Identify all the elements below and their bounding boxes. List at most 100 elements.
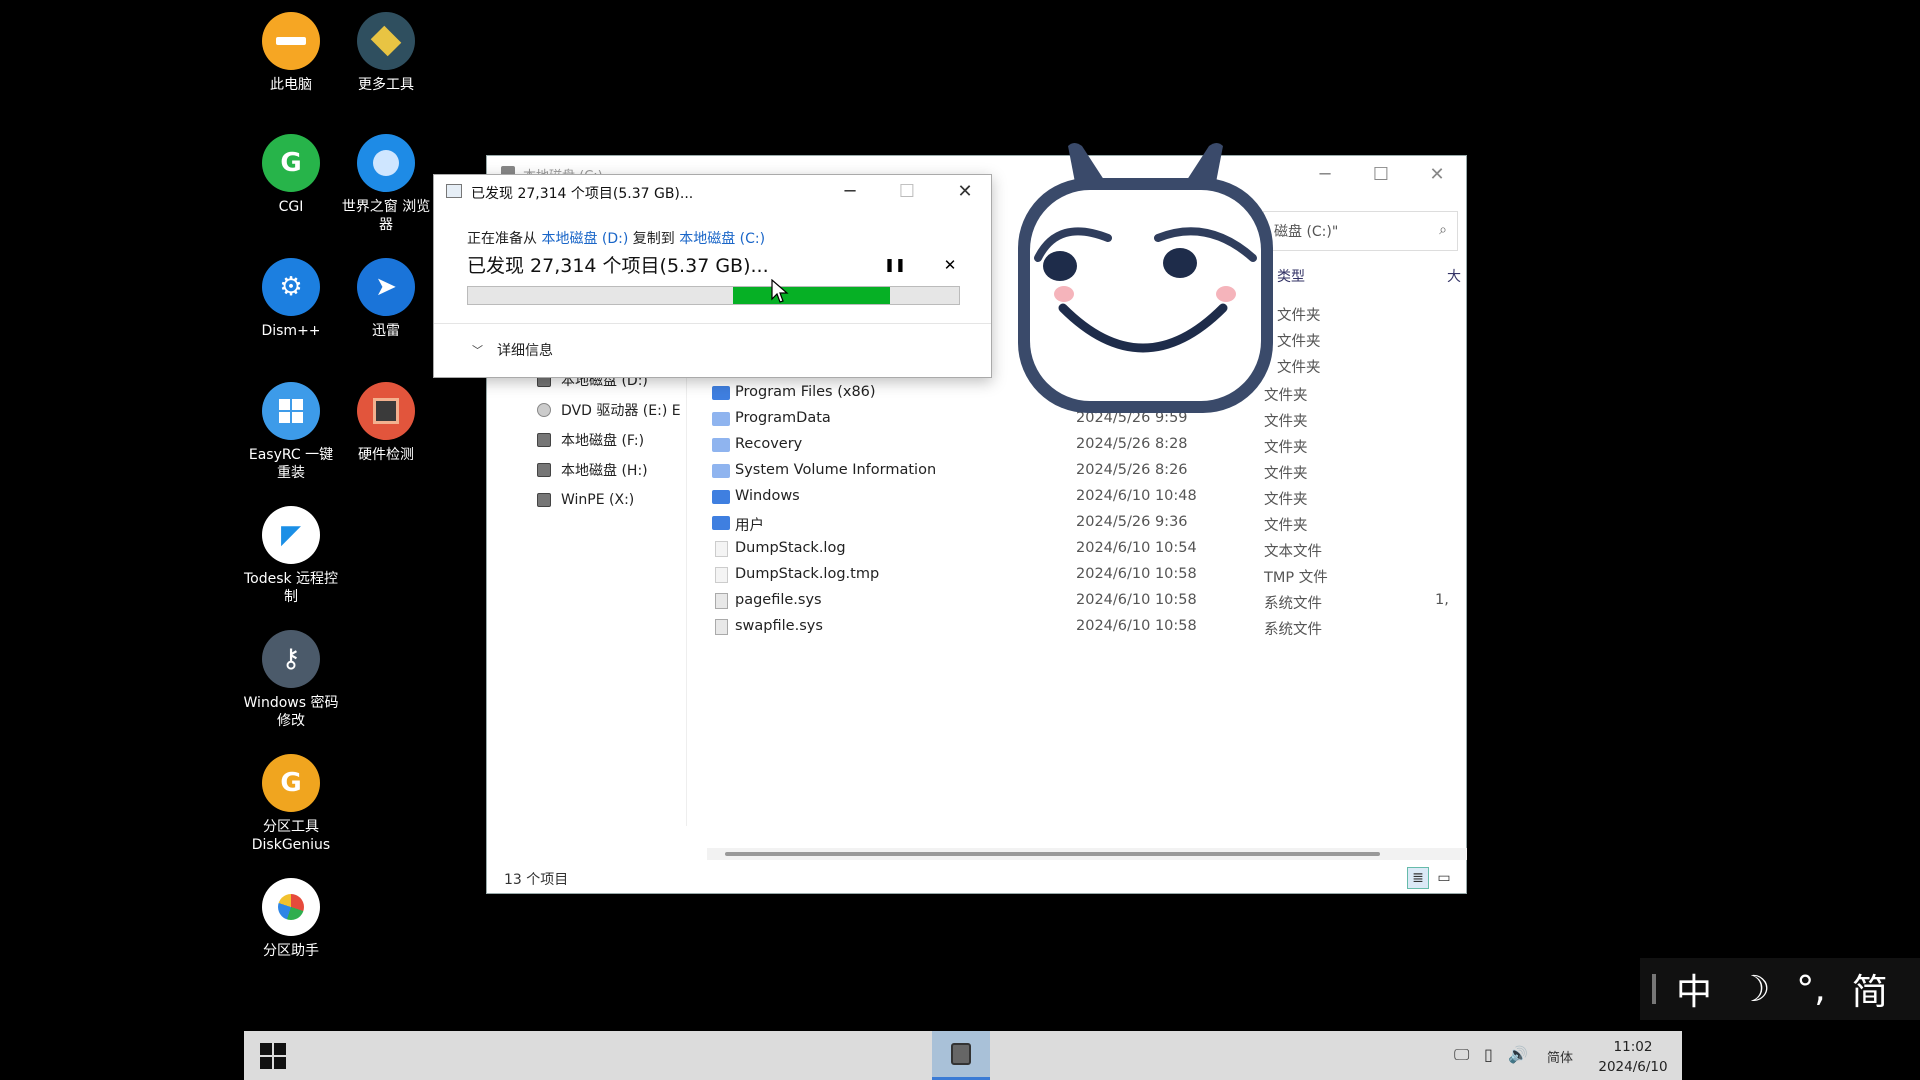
file-name: swapfile.sys	[735, 618, 823, 634]
todesk-icon: ◤	[262, 506, 320, 564]
taskbar-clock[interactable]: 11:02 2024/6/10	[1594, 1037, 1672, 1077]
dvd-icon	[537, 403, 551, 417]
copy-source-line: 正在准备从 本地磁盘 (D:) 复制到 本地磁盘 (C:)	[467, 228, 765, 248]
desktop-icon-label: 更多工具	[358, 77, 414, 93]
desktop-icon-more-tools[interactable]: 更多工具	[331, 12, 441, 94]
file-type: 文件夹	[1264, 466, 1308, 482]
desktop-icon-browser[interactable]: 世界之窗 浏览器	[331, 134, 441, 234]
nav-item-winpe-x[interactable]: WinPE (X:)	[537, 488, 634, 512]
desktop-icon-hardware-check[interactable]: 硬件检测	[331, 382, 441, 464]
file-date: 2024/5/26 8:28	[1076, 436, 1188, 452]
source-link[interactable]: 本地磁盘 (D:)	[541, 231, 628, 247]
desktop-icon-dism[interactable]: ⚙ Dism++	[236, 258, 346, 340]
file-name: DumpStack.log.tmp	[735, 566, 880, 582]
details-view-button[interactable]: ≣	[1407, 867, 1429, 889]
file-type-cell: 文件夹	[1277, 308, 1321, 324]
table-row[interactable]: System Volume Information 2024/5/26 8:26 文…	[712, 459, 1472, 485]
copy-dialog-icon	[446, 184, 462, 198]
maximize-button[interactable]: ☐	[1353, 156, 1409, 192]
file-name: DumpStack.log	[735, 540, 846, 556]
desktop-icon-windows-password[interactable]: ⚷ Windows 密码修改	[236, 630, 346, 730]
nav-item-label: 本地磁盘 (F:)	[561, 433, 645, 449]
table-row[interactable]: Recovery 2024/5/26 8:28 文件夹	[712, 433, 1472, 459]
table-row[interactable]: Windows 2024/6/10 10:48 文件夹	[712, 485, 1472, 511]
ime-halfwidth-toggle[interactable]: ☽	[1738, 969, 1770, 1010]
table-row[interactable]: DumpStack.log.tmp 2024/6/10 10:58 TMP 文件	[712, 563, 1472, 589]
desktop-icon-label: 硬件检测	[358, 447, 414, 463]
file-type: 文件夹	[1264, 518, 1308, 534]
horizontal-scrollbar[interactable]	[707, 848, 1467, 860]
bird-icon: ➤	[357, 258, 415, 316]
search-input[interactable]: 磁盘 (C:)" ⌕	[1263, 211, 1458, 251]
desktop-icon-xunlei[interactable]: ➤ 迅雷	[331, 258, 441, 340]
file-date: 2024/5/26 9:36	[1076, 514, 1188, 530]
minimize-button[interactable]: ─	[1297, 156, 1353, 192]
computer-icon	[262, 12, 320, 70]
status-item-count: 13 个项目	[504, 872, 569, 888]
file-type: 文件夹	[1264, 492, 1308, 508]
navigation-pane: 本地磁盘 (D:) DVD 驱动器 (E:) E 本地磁盘 (F:) 本地磁盘 …	[487, 366, 687, 826]
copy-progress-dialog[interactable]: 已发现 27,314 个项目(5.37 GB)... ─ ☐ ✕ 正在准备从 本…	[433, 174, 992, 378]
desktop-icon-todesk[interactable]: ◤ Todesk 远程控制	[236, 506, 346, 606]
desktop-icon-this-pc[interactable]: 此电脑	[236, 12, 346, 94]
table-row[interactable]: swapfile.sys 2024/6/10 10:58 系统文件	[712, 615, 1472, 641]
table-row[interactable]: DumpStack.log 2024/6/10 10:54 文本文件	[712, 537, 1472, 563]
ime-drag-handle[interactable]	[1652, 974, 1656, 1004]
ime-toolbar[interactable]: 中 ☽ °, 简	[1640, 958, 1920, 1020]
file-type: TMP 文件	[1264, 570, 1328, 586]
ime-indicator[interactable]: 简体	[1547, 1047, 1573, 1066]
file-date: 2024/6/10 10:54	[1076, 540, 1197, 556]
desktop-icon-label: 分区工具 DiskGenius	[251, 819, 331, 853]
volume-icon[interactable]: 🔊	[1508, 1045, 1528, 1064]
desktop-icon-label: Windows 密码修改	[243, 695, 339, 729]
network-icon[interactable]: 🖵	[1454, 1045, 1469, 1065]
chevron-down-icon: ﹀	[472, 344, 483, 357]
column-header-size[interactable]: 大	[1447, 266, 1461, 286]
desktop-icon-cgi[interactable]: G CGI	[236, 134, 346, 216]
file-name: System Volume Information	[735, 462, 937, 478]
file-type-cell: 文件夹	[1277, 334, 1321, 350]
desktop-icon-diskgenius[interactable]: G 分区工具 DiskGenius	[236, 754, 346, 854]
file-date: 2024/6/10 10:58	[1076, 592, 1197, 608]
desktop-icon-label: CGI	[278, 199, 304, 215]
nav-item-label: 本地磁盘 (H:)	[561, 463, 648, 479]
file-type: 系统文件	[1264, 622, 1322, 638]
desktop-icon-easyrc[interactable]: EasyRC 一键重装	[236, 382, 346, 482]
nav-item-drive-f[interactable]: 本地磁盘 (F:)	[537, 428, 644, 452]
maximize-button: ☐	[898, 180, 916, 202]
close-button[interactable]: ✕	[1409, 156, 1465, 192]
start-button[interactable]	[260, 1043, 286, 1069]
scrollbar-thumb[interactable]	[725, 852, 1380, 856]
more-details-toggle[interactable]: ﹀ 详细信息	[472, 340, 553, 360]
nav-item-label: WinPE (X:)	[561, 492, 635, 508]
table-row[interactable]: pagefile.sys 2024/6/10 10:58 系统文件 1,	[712, 589, 1472, 615]
minimize-button[interactable]: ─	[827, 175, 873, 207]
taskbar-explorer-button[interactable]	[932, 1031, 990, 1080]
nav-item-drive-h[interactable]: 本地磁盘 (H:)	[537, 458, 648, 482]
gears-icon: ⚙	[262, 258, 320, 316]
large-icons-view-button[interactable]: ▭	[1433, 867, 1455, 889]
ime-punctuation-toggle[interactable]: °,	[1796, 969, 1825, 1010]
globe-icon	[357, 134, 415, 192]
nav-item-dvd-e[interactable]: DVD 驱动器 (E:) E	[537, 398, 681, 422]
dialog-title: 已发现 27,314 个项目(5.37 GB)...	[471, 186, 694, 202]
ime-script-toggle[interactable]: 简	[1852, 963, 1888, 1015]
file-date: 2024/5/26 8:26	[1076, 462, 1188, 478]
file-type: 文本文件	[1264, 544, 1322, 560]
file-name: Windows	[735, 488, 800, 504]
desktop-icon-partition-assistant[interactable]: 分区助手	[236, 878, 346, 960]
folder-icon	[712, 412, 730, 426]
desktop-icon-label: 世界之窗 浏览器	[341, 199, 431, 233]
table-row[interactable]: 用户 2024/5/26 9:36 文件夹	[712, 511, 1472, 537]
usb-icon[interactable]: ▯	[1484, 1045, 1493, 1064]
cancel-button[interactable]: ✕	[939, 254, 961, 276]
taskbar: 🖵 ▯ 🔊 简体 11:02 2024/6/10	[244, 1031, 1682, 1080]
ime-mode-toggle[interactable]: 中	[1676, 963, 1712, 1015]
divider	[434, 323, 991, 324]
file-type-cell: 文件夹	[1277, 360, 1321, 376]
file-name: Recovery	[735, 436, 803, 452]
destination-link[interactable]: 本地磁盘 (C:)	[679, 231, 765, 247]
pause-button[interactable]: ❚❚	[884, 254, 906, 276]
clock-time: 11:02	[1613, 1039, 1653, 1055]
close-button[interactable]: ✕	[942, 175, 988, 207]
